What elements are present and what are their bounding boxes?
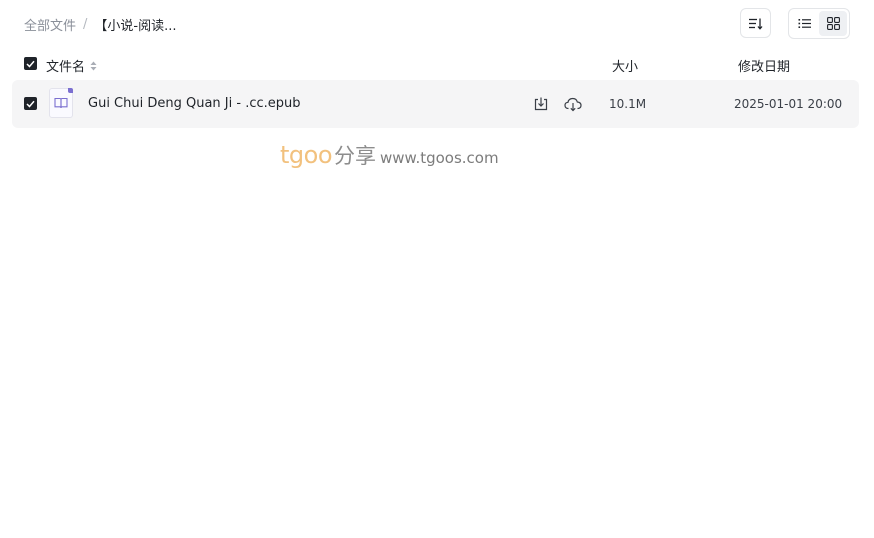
column-header-size[interactable]: 大小 <box>612 56 638 75</box>
breadcrumb-current-folder: 【小说-阅读... <box>94 18 177 34</box>
file-icon-corner <box>68 88 73 93</box>
file-row-checkbox[interactable] <box>24 97 37 110</box>
view-mode-switch <box>788 8 850 39</box>
sort-button[interactable] <box>740 8 771 38</box>
list-view-button[interactable] <box>791 11 819 36</box>
file-row[interactable]: Gui Chui Deng Quan Ji - .cc.epub 10.1M 2… <box>12 80 859 128</box>
download-button[interactable] <box>531 94 551 114</box>
cloud-save-icon <box>564 97 582 112</box>
sort-toggle-icon[interactable] <box>90 61 97 71</box>
file-modified-date: 2025-01-01 20:00 <box>734 97 843 111</box>
list-view-icon <box>798 19 811 28</box>
column-name-label: 文件名 <box>46 60 86 75</box>
file-size: 10.1M <box>609 97 647 111</box>
watermark-brand: tgoo <box>280 141 333 169</box>
select-all-checkbox[interactable] <box>24 57 37 70</box>
watermark-url: www.tgoos.com <box>380 149 499 167</box>
grid-view-icon <box>826 17 840 30</box>
file-name[interactable]: Gui Chui Deng Quan Ji - .cc.epub <box>88 96 301 111</box>
epub-book-icon <box>49 88 73 118</box>
file-list-header: 文件名 大小 修改日期 <box>0 52 874 76</box>
file-browser: 全部文件 / 【小说-阅读... 文件名 大小 修改日期 Gui Chui De… <box>0 0 874 538</box>
sort-desc-icon <box>749 18 763 30</box>
breadcrumb-separator: / <box>83 16 88 32</box>
checkmark-icon <box>26 60 35 68</box>
breadcrumb-root-link[interactable]: 全部文件 <box>24 15 76 34</box>
column-header-date[interactable]: 修改日期 <box>738 56 790 75</box>
save-to-cloud-button[interactable] <box>563 94 583 114</box>
download-icon <box>534 97 548 111</box>
breadcrumb: 全部文件 / 【小说-阅读... <box>24 14 177 34</box>
column-header-name[interactable]: 文件名 <box>46 56 97 75</box>
grid-view-button[interactable] <box>819 11 847 36</box>
watermark-share-text: 分享 <box>334 144 377 168</box>
watermark: tgoo 分享 www.tgoos.com <box>280 140 499 170</box>
checkmark-icon <box>26 100 35 108</box>
